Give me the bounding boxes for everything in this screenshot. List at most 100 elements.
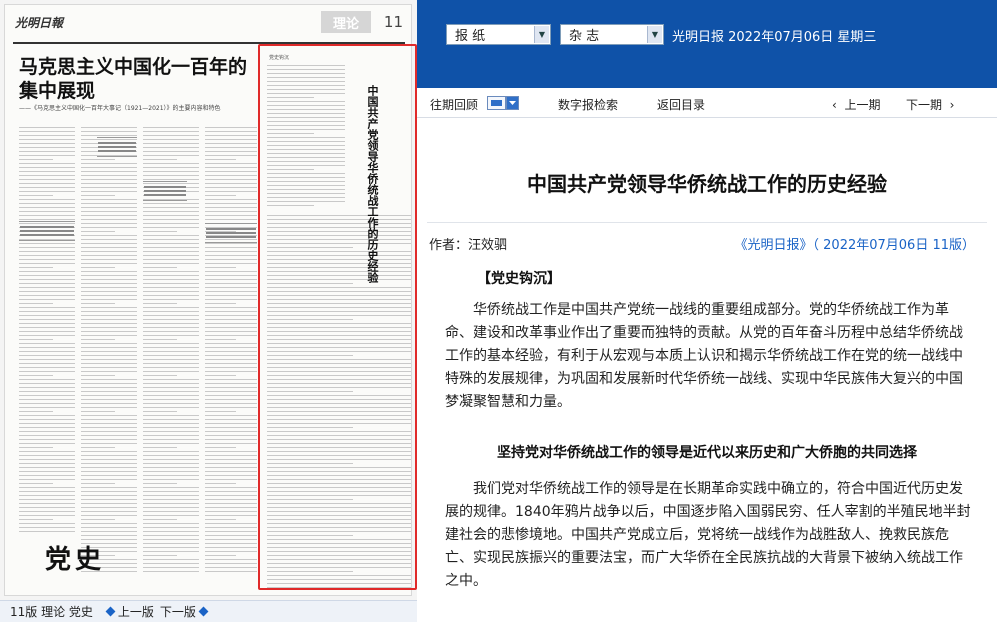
text-line	[81, 435, 137, 436]
text-line	[143, 283, 199, 284]
text-line	[19, 155, 75, 156]
text-column	[19, 127, 75, 535]
text-line	[205, 519, 237, 520]
text-line	[19, 151, 75, 152]
text-line	[205, 411, 237, 412]
text-line	[143, 479, 199, 480]
text-line	[81, 283, 137, 284]
text-line	[81, 171, 137, 172]
text-line	[205, 347, 257, 348]
text-line	[143, 499, 199, 500]
text-line	[143, 367, 199, 368]
text-line	[19, 127, 75, 128]
text-line	[81, 451, 137, 452]
text-line	[19, 283, 75, 284]
text-line	[81, 335, 137, 336]
text-line	[19, 475, 75, 476]
text-line	[143, 567, 199, 568]
text-line	[205, 211, 257, 212]
text-line	[19, 267, 53, 268]
text-line	[205, 151, 257, 152]
text-line	[205, 139, 257, 140]
text-line	[19, 335, 75, 336]
text-line	[143, 179, 199, 180]
text-column	[81, 127, 137, 575]
text-line	[19, 439, 75, 440]
text-line	[143, 211, 199, 212]
text-line	[143, 515, 199, 516]
text-line	[19, 455, 75, 456]
archive-link[interactable]: 往期回顾	[430, 96, 478, 113]
text-line	[81, 391, 137, 392]
page-number: 11	[383, 13, 403, 31]
text-line	[81, 323, 137, 324]
text-line	[81, 423, 137, 424]
lead-article-title[interactable]: 马克思主义中国化一百年的集中展现	[19, 55, 254, 103]
text-line	[205, 563, 257, 564]
text-line	[143, 447, 177, 448]
text-line	[143, 171, 199, 172]
text-line	[205, 431, 257, 432]
text-line	[81, 319, 137, 320]
selected-article-highlight[interactable]	[258, 44, 417, 590]
text-line	[19, 171, 75, 172]
text-line	[81, 307, 137, 308]
calendar-dropdown-icon[interactable]	[487, 96, 519, 110]
text-line	[143, 307, 199, 308]
text-line	[81, 199, 137, 200]
text-line	[205, 539, 257, 540]
text-line	[143, 471, 199, 472]
text-line	[81, 483, 115, 484]
text-line	[205, 467, 257, 468]
text-line	[81, 419, 137, 420]
text-line	[19, 459, 75, 460]
text-line	[81, 303, 115, 304]
magazine-select[interactable]: 杂 志 ▼	[560, 24, 664, 45]
text-line	[19, 351, 75, 352]
text-line	[19, 175, 75, 176]
text-line	[81, 279, 137, 280]
text-line	[205, 335, 257, 336]
text-line	[205, 523, 257, 524]
text-line	[143, 339, 177, 340]
text-line	[205, 279, 257, 280]
newspaper-select[interactable]: 报 纸 ▼	[446, 24, 551, 45]
text-line	[19, 343, 75, 344]
text-line	[19, 275, 75, 276]
top-toolbar: 报 纸 ▼ 杂 志 ▼ 光明日报 2022年07月06日 星期三	[417, 0, 997, 88]
article-source-link[interactable]: 《光明日报》（ 2022年07月06日 11版）	[735, 234, 975, 253]
text-line	[81, 235, 137, 236]
text-line	[205, 355, 257, 356]
text-line	[81, 379, 137, 380]
text-line	[81, 311, 137, 312]
text-line	[19, 463, 75, 464]
back-to-contents-link[interactable]: 返回目录	[657, 96, 705, 113]
text-line	[19, 467, 75, 468]
next-issue-link[interactable]: 下一期 ›	[906, 96, 954, 113]
text-line	[81, 247, 137, 248]
article-kicker: 【党史钩沉】	[477, 271, 561, 287]
text-line	[205, 383, 257, 384]
prev-page-link[interactable]: 上一版	[118, 603, 154, 620]
newspaper-page-pane: 光明日報 理论 11 马克思主义中国化一百年的集中展现 ——《马克思主义中国化一…	[0, 0, 417, 600]
text-line	[143, 459, 199, 460]
text-line	[81, 343, 137, 344]
text-line	[205, 327, 257, 328]
text-line	[81, 315, 137, 316]
next-page-link[interactable]: 下一版	[160, 603, 196, 620]
text-line	[19, 315, 75, 316]
text-line	[205, 299, 257, 300]
text-line	[81, 363, 137, 364]
text-line	[205, 499, 257, 500]
text-line	[81, 359, 137, 360]
text-line	[143, 311, 199, 312]
text-line	[19, 319, 75, 320]
prev-issue-link[interactable]: ‹ 上一期	[832, 96, 880, 113]
text-line	[81, 183, 137, 184]
search-link[interactable]: 数字报检索	[558, 96, 618, 113]
text-line	[205, 319, 257, 320]
text-line	[19, 147, 75, 148]
text-line	[143, 431, 199, 432]
text-line	[143, 451, 199, 452]
text-line	[81, 463, 137, 464]
